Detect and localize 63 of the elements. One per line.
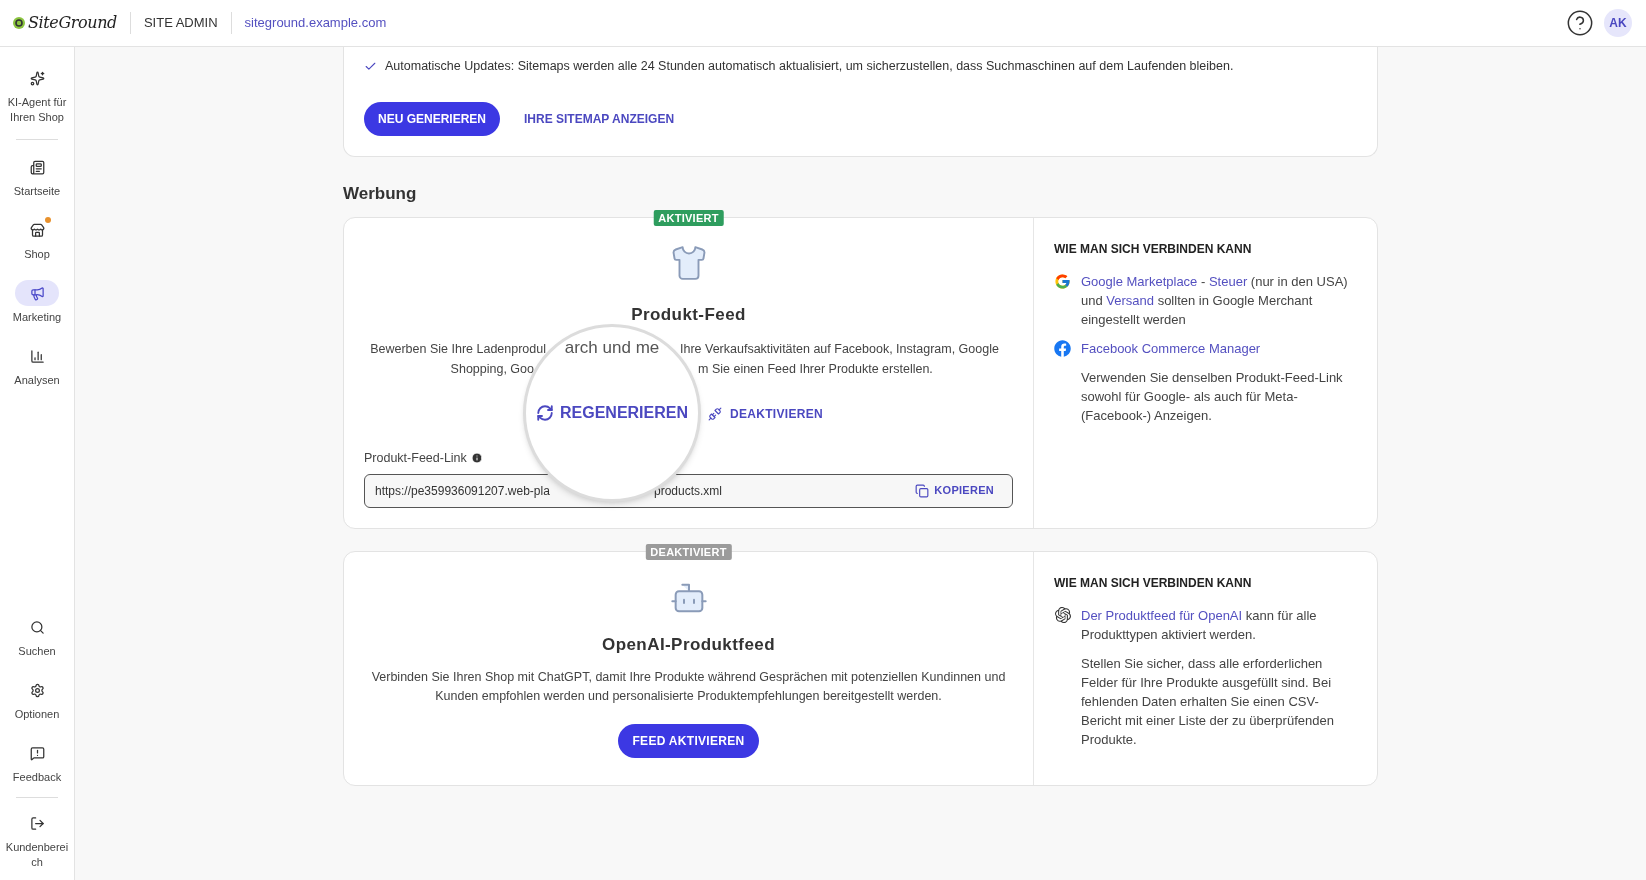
description-text: m Sie einen Feed Ihrer Produkte erstellen. [698, 360, 933, 378]
store-icon [29, 222, 45, 238]
help-icon[interactable] [1566, 9, 1594, 37]
newspaper-icon [29, 159, 45, 175]
sidebar-label[interactable]: Suchen [5, 644, 69, 659]
help-text: Stellen Sie sicher, dass alle erforderlichen Felder für Ihre Produkte ausgefüllt sind. Bei fehlenden Daten erhalten Sie einen CSV-Bericht mit einer Liste der zu überprüfenden Produkte. [1081, 655, 1335, 750]
magnified-text: arch und me [564, 337, 660, 360]
logo-text: SiteGround [28, 12, 117, 34]
sidebar-label[interactable]: Optionen [5, 707, 69, 722]
copy-button[interactable]: KOPIEREN [915, 482, 994, 499]
megaphone-icon [29, 285, 45, 301]
avatar[interactable]: AK [1604, 9, 1632, 37]
help-link[interactable]: Steuer [1208, 274, 1248, 290]
field-label: Produkt-Feed-Link [364, 449, 467, 467]
description-text: Verbinden Sie Ihren Shop mit ChatGPT, damit Ihre Produkte während Gesprächen mit potenziellen Kundinnen und Kunden empfohlen werden und personalisierte Produktempfehlungen bereitgestellt werden. [370, 668, 1007, 705]
info-icon [470, 452, 483, 465]
regenerate-sitemap-button[interactable]: NEU GENERIEREN [364, 101, 501, 136]
view-sitemap-link[interactable]: IHRE SITEMAP ANZEIGEN [524, 109, 675, 128]
openai-icon [1054, 607, 1071, 624]
refresh-icon [536, 404, 554, 423]
google-icon [1054, 273, 1071, 291]
activate-feed-button[interactable]: FEED AKTIVIEREN [618, 723, 759, 758]
url-text: https://pe359936091207.web-pla [375, 483, 550, 498]
help-link[interactable]: Google Marketplace [1081, 274, 1198, 290]
url-text: products.xml [654, 482, 723, 500]
section-title: Werbung [343, 182, 418, 205]
description-text: Bewerben Sie Ihre Ladenprodul [370, 340, 546, 358]
help-link[interactable]: Facebook Commerce Manager [1081, 339, 1261, 359]
facebook-icon [1054, 340, 1071, 358]
help-title: WIE MAN SICH VERBINDEN KANN [1054, 575, 1253, 593]
description-text: Ihre Verkaufsaktivitäten auf Facebook, Instagram, Google [680, 340, 999, 358]
status-badge: DEAKTIVIERT [645, 544, 732, 561]
sitemap-note: Automatische Updates: Sitemaps werden alle 24 Stunden automatisch aktualisiert, um sicherzustellen, dass Suchmaschinen auf dem Laufenden bleiben. [385, 58, 1234, 75]
unplug-icon [708, 406, 722, 421]
exit-icon [29, 815, 45, 831]
help-text: Google Marketplace - Steuer (nur in den USA) und Versand sollten in Google Merchant eingestellt werden [1081, 273, 1349, 330]
sidebar-label[interactable]: Marketing [5, 310, 69, 325]
sidebar-label[interactable]: Kundenbereich [5, 840, 69, 870]
card-title: OpenAI-Produktfeed [602, 634, 775, 657]
bar-chart-icon [29, 348, 45, 364]
sidebar-label[interactable]: KI-Agent für Ihren Shop [5, 95, 69, 125]
settings-icon [29, 682, 45, 698]
section-label: SITE ADMIN [143, 14, 218, 33]
regenerate-button[interactable]: REGENERIEREN [536, 401, 688, 426]
help-text: Der Produktfeed für OpenAI kann für alle Produkttypen aktiviert werden. [1081, 607, 1318, 645]
sidebar-label[interactable]: Analysen [5, 373, 69, 388]
copy-icon [915, 483, 930, 498]
help-title: WIE MAN SICH VERBINDEN KANN [1054, 241, 1253, 259]
help-text: Verwenden Sie denselben Produkt-Feed-Link sowohl für Google- als auch für Meta-(Facebook-) Anzeigen. [1081, 369, 1344, 426]
help-link[interactable]: Versand [1106, 293, 1154, 309]
domain-link[interactable]: siteground.example.com [244, 13, 387, 33]
sidebar-label[interactable]: Shop [5, 247, 69, 262]
status-badge: AKTIVIERT [653, 210, 724, 227]
help-link[interactable]: Der Produktfeed für OpenAI [1081, 608, 1243, 624]
sidebar-label[interactable]: Feedback [5, 770, 69, 785]
search-icon [29, 619, 45, 635]
sparkles-icon [29, 70, 45, 86]
deactivate-button[interactable]: DEAKTIVIEREN [708, 404, 823, 423]
description-text: Shopping, Goo [450, 360, 534, 378]
logo-icon [12, 15, 26, 31]
feedback-icon [29, 745, 45, 761]
sidebar-label[interactable]: Startseite [5, 184, 69, 199]
card-title: Produkt-Feed [631, 304, 746, 327]
